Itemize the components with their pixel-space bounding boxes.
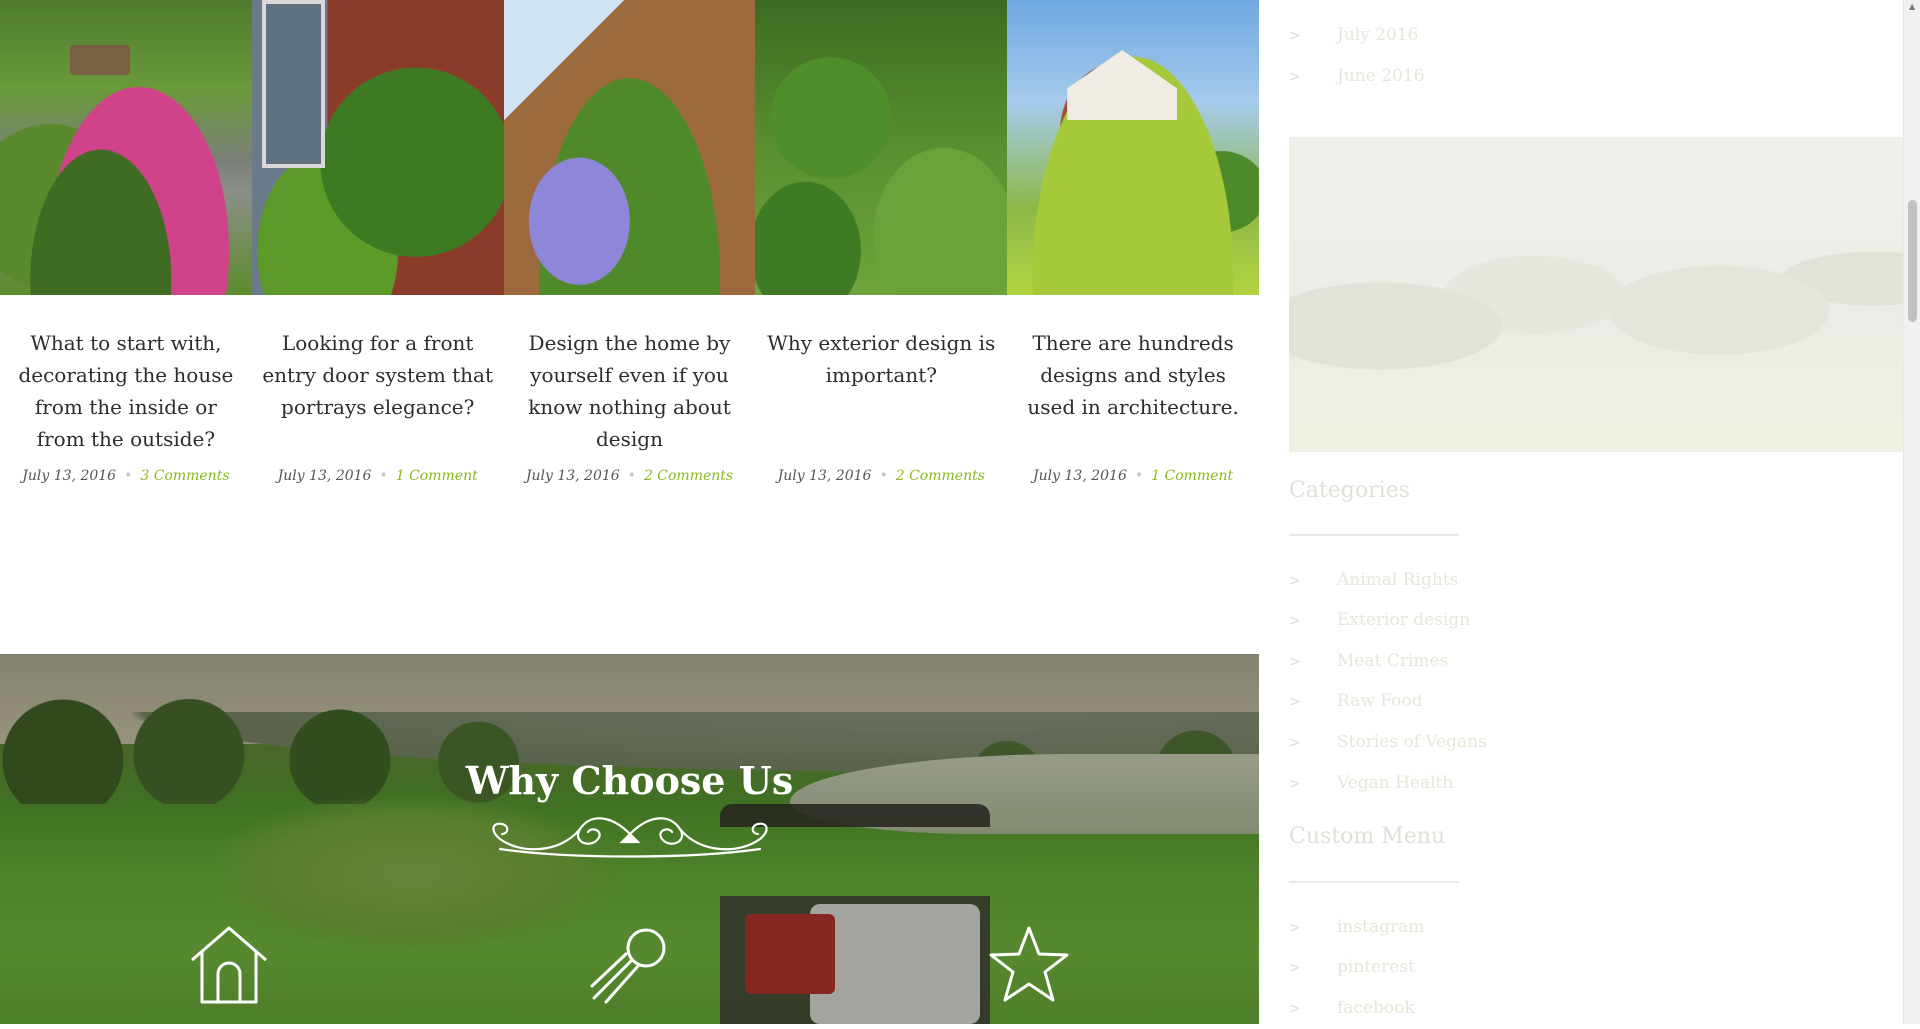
section-title: Why Choose Us [465, 757, 794, 803]
post-thumbnail[interactable] [0, 0, 252, 295]
category-label: Exterior design [1337, 610, 1471, 630]
post-meta: July 13, 2016 • 3 Comments [0, 468, 252, 484]
chevron-right-icon: > [1289, 960, 1301, 976]
post-thumbnail[interactable] [251, 0, 504, 295]
post-comments-link[interactable]: 2 Comments [896, 468, 985, 484]
post-card: Design the home by yourself even if you … [503, 0, 756, 560]
post-date: July 13, 2016 [22, 468, 117, 484]
post-date: July 13, 2016 [1033, 468, 1127, 484]
menu-item-facebook[interactable]: > facebook [1289, 988, 1415, 1028]
chevron-right-icon: > [1289, 920, 1301, 936]
menu-label: instagram [1337, 917, 1425, 937]
category-label: Raw Food [1337, 691, 1423, 711]
post-meta: July 13, 2016 • 1 Comment [252, 468, 504, 484]
categories-title: Categories [1289, 478, 1410, 503]
why-choose-us-section: Why Choose Us [0, 654, 1259, 1024]
post-title[interactable]: Why exterior design is important? [763, 327, 999, 391]
chevron-right-icon: > [1289, 776, 1301, 792]
chevron-right-icon: > [1289, 694, 1301, 710]
post-meta: July 13, 2016 • 2 Comments [755, 468, 1007, 484]
post-card: What to start with, decorating the house… [0, 0, 252, 560]
sidebar: > July 2016 > June 2016 Categories > Animal… [1289, 0, 1903, 1024]
chevron-right-icon: > [1289, 613, 1301, 629]
meta-separator: • [627, 468, 636, 484]
sidebar-banner-image [1289, 137, 1903, 452]
menu-label: pinterest [1337, 957, 1415, 977]
post-comments-link[interactable]: 1 Comment [1151, 468, 1233, 484]
chevron-right-icon: > [1289, 69, 1301, 85]
post-meta: July 13, 2016 • 1 Comment [1007, 468, 1259, 484]
home-icon [188, 924, 270, 1006]
menu-label: facebook [1337, 998, 1415, 1018]
custom-menu-title: Custom Menu [1289, 824, 1446, 849]
archive-item[interactable]: > July 2016 [1289, 15, 1418, 55]
post-comments-link[interactable]: 2 Comments [644, 468, 733, 484]
post-title[interactable]: Design the home by yourself even if you … [512, 327, 748, 455]
rocket-icon [588, 924, 670, 1006]
post-meta: July 13, 2016 • 2 Comments [504, 468, 756, 484]
archive-item[interactable]: > June 2016 [1289, 56, 1424, 96]
category-item[interactable]: > Exterior design [1289, 600, 1470, 640]
category-item[interactable]: > Animal Rights [1289, 560, 1458, 600]
widget-divider [1289, 534, 1459, 536]
chevron-right-icon: > [1289, 654, 1301, 670]
chevron-right-icon: > [1289, 1001, 1301, 1017]
meta-separator: • [124, 468, 133, 484]
widget-divider [1289, 881, 1459, 883]
chevron-right-icon: > [1289, 28, 1301, 44]
category-label: Vegan Health [1337, 773, 1454, 793]
category-label: Animal Rights [1337, 570, 1459, 590]
category-item[interactable]: > Vegan Health [1289, 763, 1453, 803]
scrollbar-thumb[interactable] [1908, 200, 1917, 322]
post-card: Looking for a front entry door system th… [251, 0, 504, 560]
chevron-right-icon: > [1289, 735, 1301, 751]
vertical-scrollbar[interactable]: ▲ [1903, 0, 1920, 1024]
star-icon [988, 924, 1070, 1006]
post-card: Why exterior design is important? July 1… [755, 0, 1008, 560]
scroll-up-icon[interactable]: ▲ [1909, 2, 1915, 11]
post-date: July 13, 2016 [277, 468, 372, 484]
post-card: There are hundreds designs and styles us… [1007, 0, 1259, 560]
post-comments-link[interactable]: 3 Comments [140, 468, 229, 484]
category-item[interactable]: > Raw Food [1289, 681, 1423, 721]
chevron-right-icon: > [1289, 573, 1301, 589]
category-item[interactable]: > Meat Crimes [1289, 641, 1448, 681]
post-date: July 13, 2016 [525, 468, 620, 484]
post-title[interactable]: There are hundreds designs and styles us… [1015, 327, 1251, 423]
recent-posts-grid: What to start with, decorating the house… [0, 0, 1259, 560]
post-title[interactable]: Looking for a front entry door system th… [260, 327, 496, 423]
category-label: Meat Crimes [1337, 651, 1449, 671]
meta-separator: • [879, 468, 888, 484]
menu-item-pinterest[interactable]: > pinterest [1289, 947, 1415, 987]
category-item[interactable]: > Stories of Vegans [1289, 722, 1487, 762]
main-content: What to start with, decorating the house… [0, 0, 1259, 1024]
meta-separator: • [379, 468, 388, 484]
flourish-ornament [492, 817, 768, 858]
category-label: Stories of Vegans [1337, 732, 1487, 752]
post-comments-link[interactable]: 1 Comment [396, 468, 478, 484]
menu-item-instagram[interactable]: > instagram [1289, 907, 1424, 947]
post-title[interactable]: What to start with, decorating the house… [8, 327, 244, 455]
archive-label: July 2016 [1337, 25, 1419, 45]
post-thumbnail[interactable] [1007, 0, 1259, 295]
post-thumbnail[interactable] [503, 0, 756, 295]
archive-label: June 2016 [1337, 66, 1425, 86]
post-thumbnail[interactable] [755, 0, 1008, 295]
meta-separator: • [1134, 468, 1144, 484]
post-date: July 13, 2016 [777, 468, 872, 484]
